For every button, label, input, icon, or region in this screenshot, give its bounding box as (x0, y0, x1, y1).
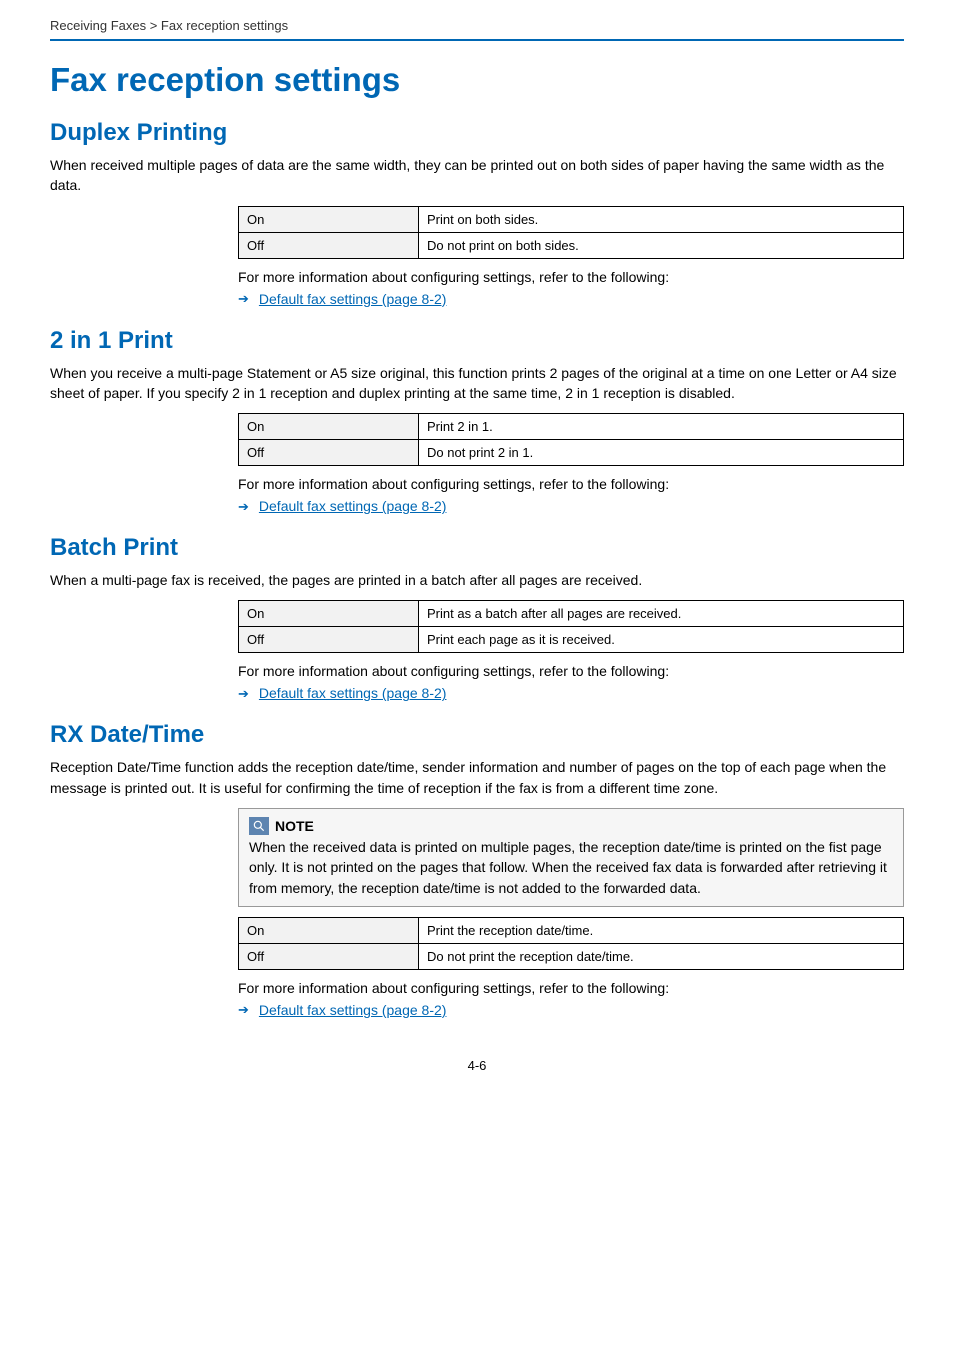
option-name: Off (239, 232, 419, 258)
note-body: When the received data is printed on mul… (249, 837, 893, 898)
option-desc: Print on both sides. (419, 206, 904, 232)
default-fax-settings-link[interactable]: Default fax settings (page 8-2) (259, 498, 447, 514)
option-desc: Do not print the reception date/time. (419, 943, 904, 969)
note-label: NOTE (275, 818, 314, 834)
option-name: Off (239, 440, 419, 466)
running-header: Receiving Faxes > Fax reception settings (0, 0, 954, 39)
table-row: Off Print each page as it is received. (239, 627, 904, 653)
default-fax-settings-link[interactable]: Default fax settings (page 8-2) (259, 1002, 447, 1018)
arrow-right-icon: ➔ (238, 500, 249, 513)
option-desc: Print each page as it is received. (419, 627, 904, 653)
link-line: ➔ Default fax settings (page 8-2) (238, 291, 904, 307)
indent-block: NOTE When the received data is printed o… (50, 808, 904, 1018)
indent-block: On Print 2 in 1. Off Do not print 2 in 1… (50, 413, 904, 514)
followup-text: For more information about configuring s… (238, 663, 904, 679)
arrow-right-icon: ➔ (238, 292, 249, 305)
options-table-rxdatetime: On Print the reception date/time. Off Do… (238, 917, 904, 970)
section-body-rxdatetime: Reception Date/Time function adds the re… (50, 757, 904, 798)
table-row: On Print 2 in 1. (239, 414, 904, 440)
option-desc: Print the reception date/time. (419, 917, 904, 943)
followup-text: For more information about configuring s… (238, 476, 904, 492)
page-number: 4-6 (50, 1058, 904, 1073)
table-row: Off Do not print on both sides. (239, 232, 904, 258)
section-body-duplex: When received multiple pages of data are… (50, 155, 904, 196)
indent-block: On Print as a batch after all pages are … (50, 600, 904, 701)
link-line: ➔ Default fax settings (page 8-2) (238, 685, 904, 701)
section-body-2in1: When you receive a multi-page Statement … (50, 363, 904, 404)
note-icon (249, 817, 269, 835)
option-desc: Print 2 in 1. (419, 414, 904, 440)
indent-block: On Print on both sides. Off Do not print… (50, 206, 904, 307)
table-row: On Print on both sides. (239, 206, 904, 232)
option-name: On (239, 917, 419, 943)
section-heading-2in1: 2 in 1 Print (50, 327, 904, 355)
section-body-batch: When a multi-page fax is received, the p… (50, 570, 904, 590)
table-row: On Print the reception date/time. (239, 917, 904, 943)
followup-text: For more information about configuring s… (238, 980, 904, 996)
table-row: Off Do not print 2 in 1. (239, 440, 904, 466)
option-name: On (239, 601, 419, 627)
followup-text: For more information about configuring s… (238, 269, 904, 285)
note-box: NOTE When the received data is printed o… (238, 808, 904, 907)
section-heading-duplex: Duplex Printing (50, 119, 904, 147)
section-heading-batch: Batch Print (50, 534, 904, 562)
default-fax-settings-link[interactable]: Default fax settings (page 8-2) (259, 291, 447, 307)
options-table-batch: On Print as a batch after all pages are … (238, 600, 904, 653)
link-line: ➔ Default fax settings (page 8-2) (238, 1002, 904, 1018)
header-rule (50, 39, 904, 41)
options-table-2in1: On Print 2 in 1. Off Do not print 2 in 1… (238, 413, 904, 466)
option-name: Off (239, 627, 419, 653)
default-fax-settings-link[interactable]: Default fax settings (page 8-2) (259, 685, 447, 701)
option-name: On (239, 206, 419, 232)
option-name: On (239, 414, 419, 440)
option-desc: Print as a batch after all pages are rec… (419, 601, 904, 627)
section-heading-rxdatetime: RX Date/Time (50, 721, 904, 749)
option-name: Off (239, 943, 419, 969)
note-header: NOTE (249, 817, 893, 835)
table-row: Off Do not print the reception date/time… (239, 943, 904, 969)
options-table-duplex: On Print on both sides. Off Do not print… (238, 206, 904, 259)
link-line: ➔ Default fax settings (page 8-2) (238, 498, 904, 514)
option-desc: Do not print 2 in 1. (419, 440, 904, 466)
table-row: On Print as a batch after all pages are … (239, 601, 904, 627)
option-desc: Do not print on both sides. (419, 232, 904, 258)
page-title: Fax reception settings (50, 61, 904, 99)
arrow-right-icon: ➔ (238, 1003, 249, 1016)
arrow-right-icon: ➔ (238, 687, 249, 700)
